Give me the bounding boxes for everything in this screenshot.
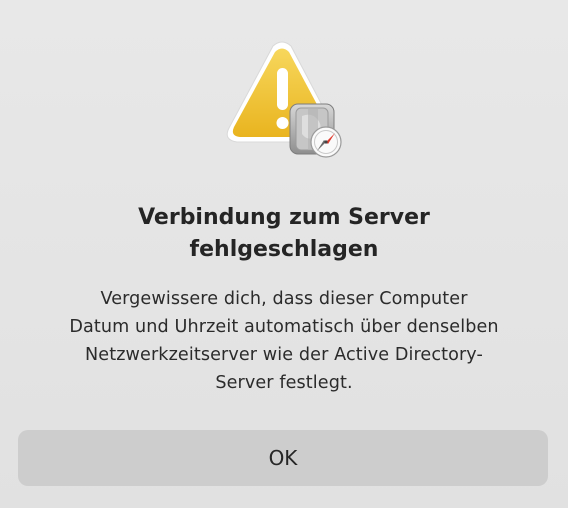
dialog-title-line: fehlgeschlagen xyxy=(189,237,379,262)
message-line: Server festlegt. xyxy=(215,373,353,393)
dialog-message: Vergewissere dich, dass dieser Computer … xyxy=(20,285,548,397)
message-line: Datum und Uhrzeit automatisch über dense… xyxy=(69,317,499,337)
dialog-title: Verbindung zum Server fehlgeschlagen xyxy=(0,202,568,266)
ok-button-label: OK xyxy=(268,446,298,470)
message-line: Netzwerkzeitserver wie der Active Direct… xyxy=(85,345,483,365)
ok-button[interactable]: OK xyxy=(18,430,548,486)
dialog-title-line: Verbindung zum Server xyxy=(138,205,430,230)
alert-dialog: Verbindung zum Server fehlgeschlagen Ver… xyxy=(0,0,568,508)
directory-utility-icon xyxy=(289,103,342,158)
warning-icon xyxy=(218,40,350,162)
message-line: Vergewissere dich, dass dieser Computer xyxy=(100,289,468,309)
